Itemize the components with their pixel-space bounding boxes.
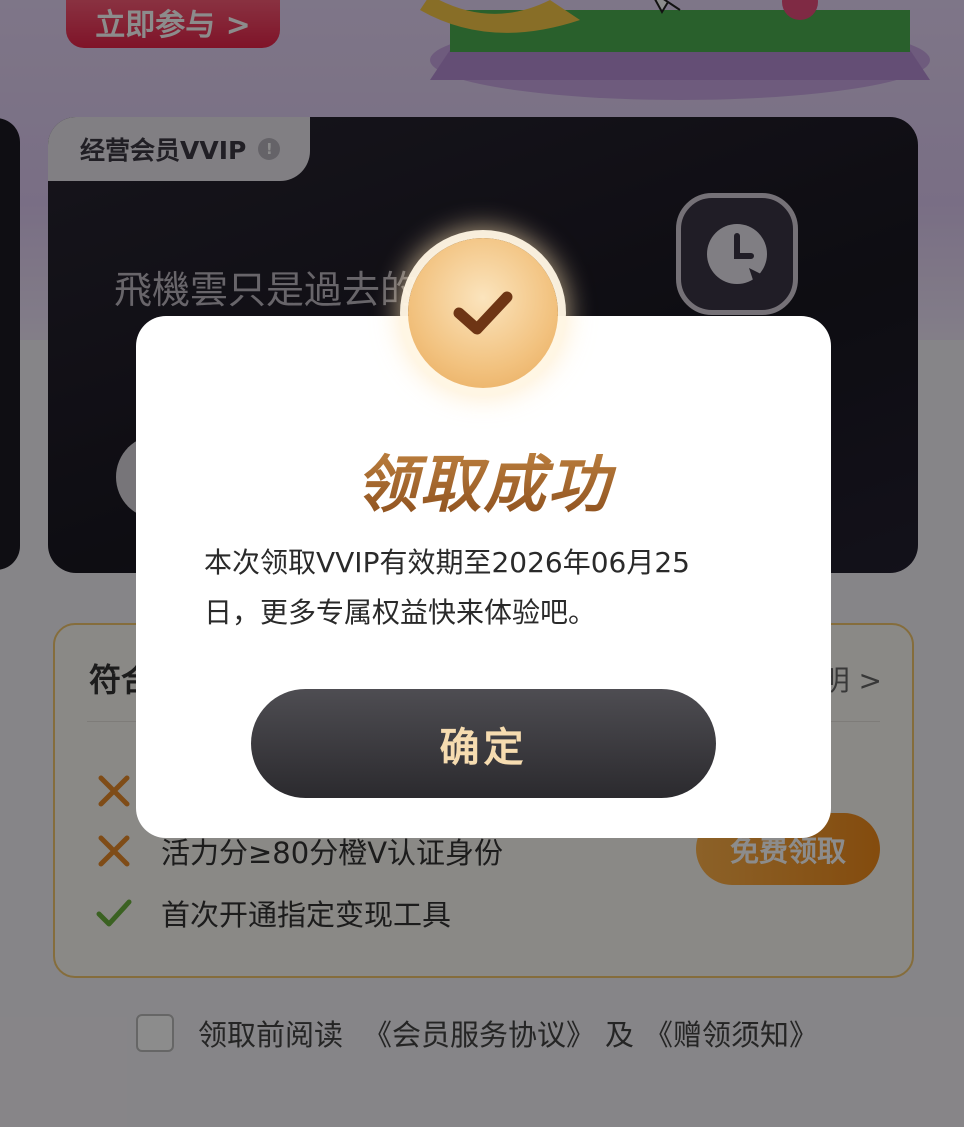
success-dialog: 领取成功 本次领取VVIP有效期至2026年06月25日，更多专属权益快来体验吧… [136, 316, 831, 838]
checkmark-icon [408, 238, 558, 388]
confirm-label: 确定 [439, 724, 528, 771]
dialog-title: 领取成功 [136, 434, 831, 524]
confirm-button[interactable]: 确定 [251, 689, 716, 798]
vvip-claim-page: 立即参与 > 经营会员VVIP ! 飛機雲只是過去的 符合 明 > 活力分≥80… [0, 0, 964, 1127]
dialog-description: 本次领取VVIP有效期至2026年06月25日，更多专属权益快来体验吧。 [204, 546, 690, 629]
